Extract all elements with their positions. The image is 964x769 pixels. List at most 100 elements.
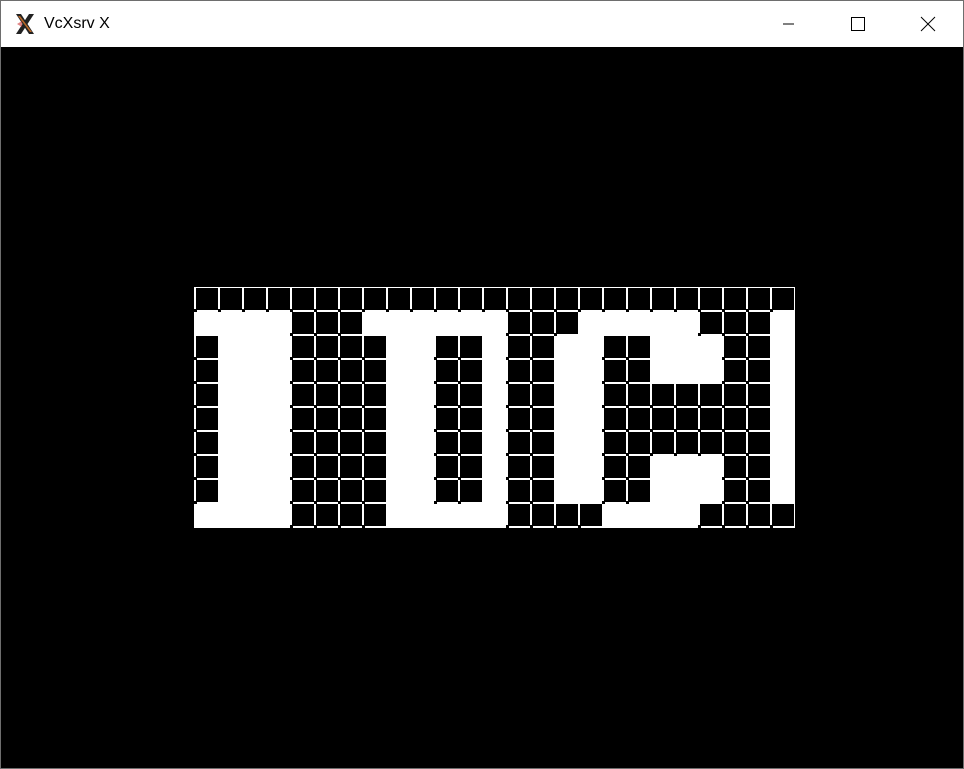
board-cell xyxy=(698,384,722,408)
board-cell xyxy=(626,432,650,456)
board-cell xyxy=(506,432,530,456)
board-cell xyxy=(602,336,626,360)
board-cell xyxy=(314,288,338,312)
board-cell xyxy=(674,432,698,456)
board-cell xyxy=(746,288,770,312)
board-cell xyxy=(602,480,626,504)
board-cell xyxy=(530,480,554,504)
board-cell xyxy=(290,408,314,432)
board-cell xyxy=(506,312,530,336)
board-cell xyxy=(434,288,458,312)
board-cell xyxy=(338,480,362,504)
board-cell xyxy=(362,408,386,432)
board-cell xyxy=(434,384,458,408)
board-cell xyxy=(338,408,362,432)
board-cell xyxy=(314,360,338,384)
board-cell xyxy=(674,288,698,312)
title-bar[interactable]: VcXsrv X xyxy=(1,1,963,47)
board-cell xyxy=(602,432,626,456)
board-cell xyxy=(506,480,530,504)
board-cell xyxy=(554,288,578,312)
board-cell xyxy=(506,408,530,432)
board-cell xyxy=(530,408,554,432)
board-cell xyxy=(458,480,482,504)
board-cell xyxy=(650,408,674,432)
board-cell xyxy=(530,504,554,528)
board-cell xyxy=(290,384,314,408)
board-cell xyxy=(290,336,314,360)
board-cell xyxy=(362,432,386,456)
board-cell xyxy=(674,408,698,432)
maximize-button[interactable] xyxy=(834,1,880,47)
board-cell xyxy=(362,384,386,408)
board-cell xyxy=(626,288,650,312)
board-cell xyxy=(434,456,458,480)
board-cell xyxy=(602,360,626,384)
board-cell xyxy=(770,288,794,312)
board-cell xyxy=(698,408,722,432)
board-cell xyxy=(626,456,650,480)
board-cell xyxy=(746,480,770,504)
board-cell xyxy=(290,312,314,336)
board-cell xyxy=(194,480,218,504)
board-cell xyxy=(602,456,626,480)
board-cell xyxy=(602,288,626,312)
close-button[interactable] xyxy=(905,1,951,47)
board-cell xyxy=(314,504,338,528)
board-cell xyxy=(458,432,482,456)
x-logo-icon xyxy=(16,14,34,34)
board-cell xyxy=(650,288,674,312)
board-cell xyxy=(578,504,602,528)
board-cell xyxy=(578,288,602,312)
board-cell xyxy=(410,288,434,312)
board-cell xyxy=(194,336,218,360)
board-cell xyxy=(338,360,362,384)
maximize-icon xyxy=(851,17,865,31)
board-cell xyxy=(530,288,554,312)
board-cell xyxy=(194,456,218,480)
board-cell xyxy=(602,408,626,432)
board-cell xyxy=(218,288,242,312)
board-cell xyxy=(362,480,386,504)
x-display-area[interactable] xyxy=(1,47,963,768)
board-cell xyxy=(722,480,746,504)
minimize-icon xyxy=(783,23,794,25)
board-cell xyxy=(626,336,650,360)
board-cell xyxy=(266,288,290,312)
board-cell xyxy=(506,456,530,480)
board-cell xyxy=(506,384,530,408)
board-cell xyxy=(506,336,530,360)
board-cell xyxy=(554,504,578,528)
board-cell xyxy=(338,456,362,480)
board-cell xyxy=(194,288,218,312)
board-cell xyxy=(290,456,314,480)
board-cell xyxy=(746,456,770,480)
board-cell xyxy=(242,288,266,312)
pixel-board xyxy=(194,287,795,528)
board-cell xyxy=(506,360,530,384)
board-cell xyxy=(698,312,722,336)
board-cell xyxy=(362,360,386,384)
board-cell xyxy=(746,408,770,432)
minimize-button[interactable] xyxy=(765,1,811,47)
board-cell xyxy=(290,504,314,528)
board-cell xyxy=(434,432,458,456)
board-cell xyxy=(458,408,482,432)
board-cell xyxy=(722,288,746,312)
board-cell xyxy=(482,288,506,312)
board-cell xyxy=(698,288,722,312)
board-cell xyxy=(362,336,386,360)
board-cell xyxy=(770,504,794,528)
board-cell xyxy=(698,504,722,528)
board-cell xyxy=(626,384,650,408)
board-cell xyxy=(746,312,770,336)
board-cell xyxy=(338,504,362,528)
board-cell xyxy=(434,480,458,504)
board-cell xyxy=(530,336,554,360)
board-cell xyxy=(650,432,674,456)
board-cell xyxy=(746,336,770,360)
board-cell xyxy=(386,288,410,312)
board-cell xyxy=(314,408,338,432)
vcxsrv-window: VcXsrv X xyxy=(0,0,964,769)
board-cell xyxy=(674,384,698,408)
